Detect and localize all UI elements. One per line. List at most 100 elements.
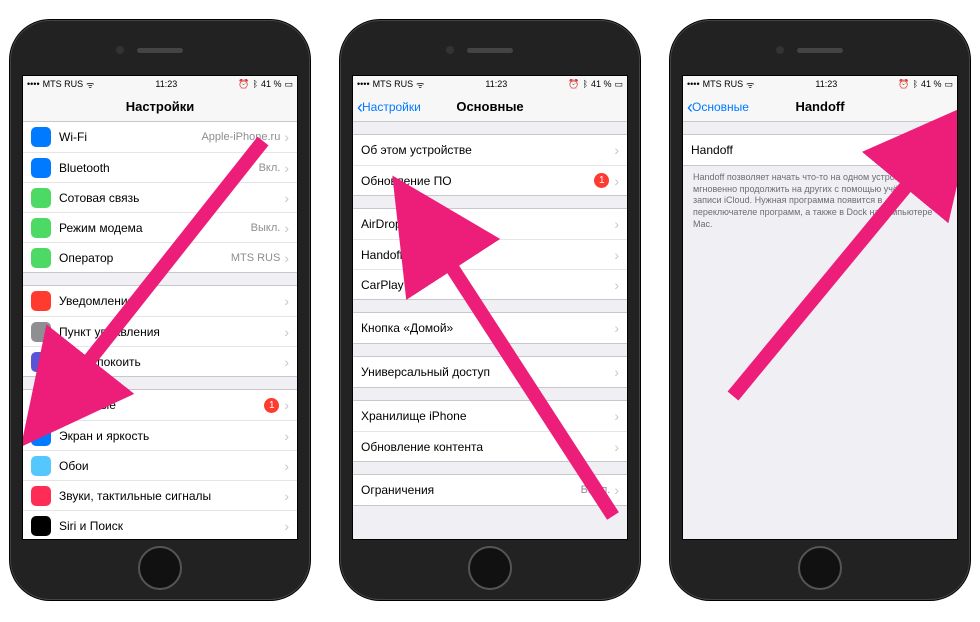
row-label: Обновление контента <box>361 440 614 454</box>
home-button[interactable] <box>798 546 842 590</box>
home-button[interactable] <box>138 546 182 590</box>
settings-row[interactable]: Об этом устройстве› <box>353 135 627 165</box>
row-icon <box>31 516 51 536</box>
screen-3: •••• MTS RUS ᯤ 11:23 ⏰ ᛒ 41 % ▭ ‹ Основн… <box>682 75 958 540</box>
handoff-description: Handoff позволяет начать что-то на одном… <box>683 166 957 236</box>
settings-row[interactable]: Обновление ПО1› <box>353 165 627 195</box>
settings-row[interactable]: Пункт управления› <box>23 316 297 346</box>
chevron-right-icon: › <box>614 216 619 232</box>
battery-pct: 41 % <box>591 79 612 89</box>
clock: 11:23 <box>815 79 837 89</box>
chevron-right-icon: › <box>614 320 619 336</box>
battery-icon: ▭ <box>944 79 953 90</box>
phone-camera <box>776 46 784 54</box>
chevron-right-icon: › <box>614 364 619 380</box>
row-handoff-toggle[interactable]: Handoff <box>683 135 957 165</box>
row-label: CarPlay <box>361 278 614 292</box>
group-access: Универсальный доступ› <box>353 356 627 388</box>
settings-row[interactable]: Обои› <box>23 450 297 480</box>
row-label: Обои <box>59 459 284 473</box>
settings-row[interactable]: ОператорMTS RUS› <box>23 242 297 272</box>
row-label: Режим модема <box>59 221 251 235</box>
settings-row[interactable]: Кнопка «Домой»› <box>353 313 627 343</box>
back-button[interactable]: ‹ Настройки <box>357 100 421 114</box>
settings-row[interactable]: Siri и Поиск› <box>23 510 297 539</box>
phone-frame-1: •••• MTS RUS ᯤ 11:23 ⏰ ᛒ 41 % ▭ Настройк… <box>10 20 310 600</box>
general-list[interactable]: Об этом устройстве›Обновление ПО1› AirDr… <box>353 122 627 539</box>
chevron-right-icon: › <box>614 142 619 158</box>
group-storage: Хранилище iPhone›Обновление контента› <box>353 400 627 462</box>
row-icon <box>31 426 51 446</box>
row-label: Оператор <box>59 251 231 265</box>
back-label: Основные <box>692 100 749 114</box>
row-label: Универсальный доступ <box>361 365 614 379</box>
phone-speaker <box>797 48 843 53</box>
signal-icon: •••• <box>27 79 40 89</box>
row-icon <box>31 218 51 238</box>
row-label: Bluetooth <box>59 161 259 175</box>
wifi-icon: ᯤ <box>746 78 754 91</box>
settings-row[interactable]: Звуки, тактильные сигналы› <box>23 480 297 510</box>
settings-row[interactable]: Основные1› <box>23 390 297 420</box>
badge: 1 <box>264 398 279 413</box>
settings-row[interactable]: Уведомления› <box>23 286 297 316</box>
settings-row[interactable]: Не беспокоить› <box>23 346 297 376</box>
toggle-switch[interactable] <box>911 139 949 161</box>
row-icon <box>31 158 51 178</box>
row-label: Не беспокоить <box>59 355 284 369</box>
settings-list[interactable]: Wi-FiApple-iPhone.ru›BluetoothВкл.›Сотов… <box>23 122 297 539</box>
row-label: Siri и Поиск <box>59 519 284 533</box>
page-title: Handoff <box>795 99 844 114</box>
carrier-label: MTS RUS <box>43 79 84 89</box>
home-button[interactable] <box>468 546 512 590</box>
settings-row[interactable]: Хранилище iPhone› <box>353 401 627 431</box>
row-icon <box>31 322 51 342</box>
row-icon <box>31 456 51 476</box>
row-label: Обновление ПО <box>361 174 594 188</box>
row-icon <box>31 395 51 415</box>
chevron-right-icon: › <box>284 293 289 309</box>
row-label: Экран и яркость <box>59 429 284 443</box>
page-title: Настройки <box>126 99 195 114</box>
row-label: Пункт управления <box>59 325 284 339</box>
row-label: Ограничения <box>361 483 581 497</box>
settings-row[interactable]: Wi-FiApple-iPhone.ru› <box>23 122 297 152</box>
chevron-right-icon: › <box>284 190 289 206</box>
alarm-icon: ⏰ <box>568 79 579 90</box>
chevron-right-icon: › <box>284 220 289 236</box>
phone-camera <box>446 46 454 54</box>
settings-row[interactable]: AirDrop› <box>353 209 627 239</box>
row-value: Выкл. <box>251 222 281 234</box>
battery-icon: ▭ <box>284 79 293 90</box>
settings-row[interactable]: Обновление контента› <box>353 431 627 461</box>
alarm-icon: ⏰ <box>238 79 249 90</box>
navbar-general: ‹ Настройки Основные <box>353 92 627 122</box>
settings-row[interactable]: BluetoothВкл.› <box>23 152 297 182</box>
bluetooth-icon: ᛒ <box>583 79 588 89</box>
settings-row[interactable]: Экран и яркость› <box>23 420 297 450</box>
row-label: Сотовая связь <box>59 191 284 205</box>
back-button[interactable]: ‹ Основные <box>687 100 749 114</box>
row-label: Хранилище iPhone <box>361 409 614 423</box>
signal-icon: •••• <box>687 79 700 89</box>
status-bar: •••• MTS RUS ᯤ 11:23 ⏰ ᛒ 41 % ▭ <box>353 76 627 92</box>
phone-camera <box>116 46 124 54</box>
settings-row[interactable]: Handoff› <box>353 239 627 269</box>
row-label: AirDrop <box>361 217 614 231</box>
row-icon <box>31 248 51 268</box>
bluetooth-icon: ᛒ <box>913 79 918 89</box>
group-handoff: Handoff <box>683 134 957 166</box>
battery-pct: 41 % <box>261 79 282 89</box>
screen-2: •••• MTS RUS ᯤ 11:23 ⏰ ᛒ 41 % ▭ ‹ Настро… <box>352 75 628 540</box>
group-airdrop: AirDrop›Handoff›CarPlay› <box>353 208 627 300</box>
battery-pct: 41 % <box>921 79 942 89</box>
settings-row[interactable]: Универсальный доступ› <box>353 357 627 387</box>
chevron-right-icon: › <box>284 518 289 534</box>
settings-row[interactable]: CarPlay› <box>353 269 627 299</box>
settings-row[interactable]: ОграниченияВыкл.› <box>353 475 627 505</box>
battery-icon: ▭ <box>614 79 623 90</box>
settings-row[interactable]: Сотовая связь› <box>23 182 297 212</box>
chevron-right-icon: › <box>614 247 619 263</box>
group-connectivity: Wi-FiApple-iPhone.ru›BluetoothВкл.›Сотов… <box>23 122 297 273</box>
settings-row[interactable]: Режим модемаВыкл.› <box>23 212 297 242</box>
